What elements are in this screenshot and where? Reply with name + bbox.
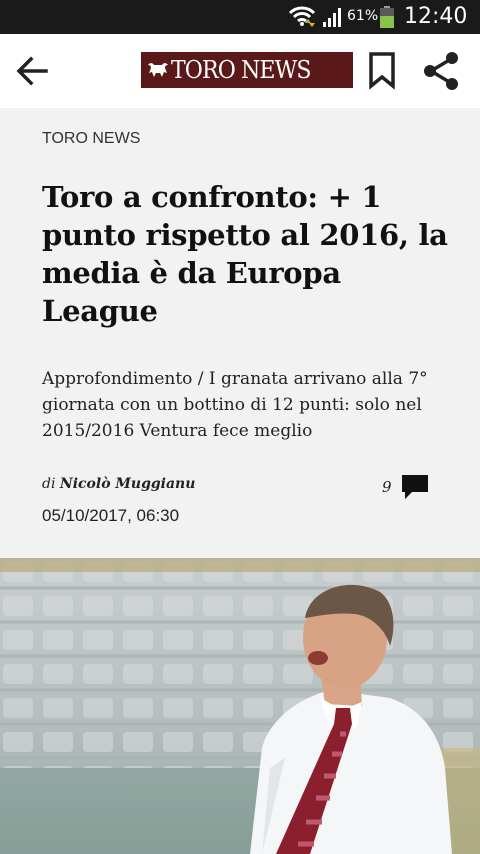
comments-button[interactable]: 9 <box>382 472 430 502</box>
author-name[interactable]: Nicolò Muggianu <box>60 476 196 492</box>
status-bar: 61% 12:40 <box>0 0 480 34</box>
back-arrow-icon[interactable] <box>10 48 56 94</box>
signal-icon <box>323 8 341 27</box>
bookmark-icon[interactable] <box>362 50 402 90</box>
section-label[interactable]: TORO NEWS <box>42 130 140 148</box>
battery-icon <box>380 6 394 28</box>
article-header: TORO NEWS Toro a confronto: + 1 punto ri… <box>0 108 480 558</box>
author-line: di Nicolò Muggianu <box>42 476 195 492</box>
bull-logo-icon <box>148 63 168 77</box>
app-bar: TORO NEWS <box>0 34 480 108</box>
comment-bubble-icon <box>401 475 428 499</box>
publish-date: 05/10/2017, 06:30 <box>42 506 180 525</box>
author-prefix: di <box>42 476 56 492</box>
battery-level-fill <box>380 16 394 28</box>
logo-text: TORO NEWS <box>171 56 311 84</box>
battery-percent: 61% <box>347 8 379 24</box>
hero-photo <box>0 558 480 854</box>
toro-news-logo[interactable]: TORO NEWS <box>141 52 353 88</box>
comment-count: 9 <box>382 478 392 496</box>
article-hero-image[interactable] <box>0 558 480 854</box>
article-title: Toro a confronto: + 1 punto rispetto al … <box>42 180 448 328</box>
clock: 12:40 <box>404 4 468 29</box>
article-subtitle: Approfondimento / I granata arrivano all… <box>42 369 428 441</box>
share-icon[interactable] <box>418 48 464 94</box>
wifi-icon <box>288 6 316 27</box>
